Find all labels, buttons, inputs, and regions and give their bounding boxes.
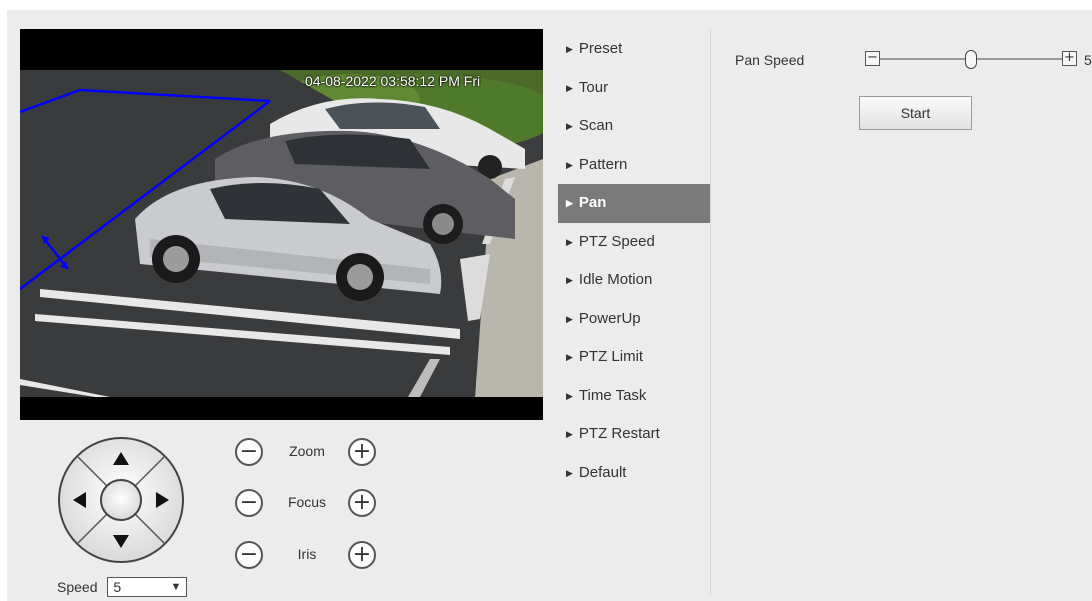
speed-select[interactable]: 5 ▼ [107, 577, 188, 597]
menu-item-label: PTZ Restart [578, 425, 660, 442]
triangle-right-icon: ▶ [566, 313, 573, 324]
menu-item-preset[interactable]: ▶ Preset [558, 30, 711, 69]
menu-item-label: PowerUp [578, 309, 641, 327]
focus-near-button[interactable]: − [235, 489, 263, 517]
triangle-right-icon: ▶ [566, 44, 573, 54]
menu-item-label: Preset [578, 40, 623, 57]
triangle-right-icon: ▶ [566, 236, 573, 247]
center-button[interactable] [103, 482, 139, 518]
pan-speed-slider[interactable]: − + [865, 50, 1085, 70]
menu-item-idle-motion[interactable]: ▶ Idle Motion [558, 261, 711, 300]
triangle-right-icon: ▶ [566, 467, 573, 478]
start-button[interactable]: Start [859, 96, 972, 130]
speed-value: 5 [113, 579, 122, 595]
live-video-view[interactable]: 04-08-2022 03:58:12 PM Fri [20, 29, 543, 420]
slider-decrease-button[interactable]: − [865, 51, 880, 66]
menu-item-default[interactable]: ▶ Default [558, 454, 711, 493]
pan-speed-value: 5 [1084, 52, 1092, 68]
menu-item-label: Tour [578, 78, 609, 96]
iris-label: Iris [297, 546, 317, 562]
direction-pad-icon [58, 437, 184, 563]
menu-item-ptz-speed[interactable]: ▶ PTZ Speed [558, 223, 711, 262]
menu-item-pan[interactable]: ▶ Pan [558, 184, 711, 223]
triangle-right-icon: ▶ [566, 429, 573, 439]
ptz-function-menu: ▶ Preset ▶ Tour ▶ Scan ▶ Pattern ▶ Pan ▶ PTZ Speed ▶… [558, 30, 711, 492]
triangle-right-icon: ▶ [566, 159, 573, 170]
menu-item-time-task[interactable]: ▶ Time Task [558, 377, 711, 416]
focus-control: − Focus + [235, 489, 395, 519]
menu-item-label: Default [578, 463, 627, 481]
triangle-right-icon: ▶ [566, 82, 573, 93]
menu-item-label: Pan [578, 194, 607, 211]
slider-increase-button[interactable]: + [1062, 51, 1077, 66]
zoom-label: Zoom [289, 443, 325, 459]
zoom-out-button[interactable]: − [235, 438, 263, 466]
triangle-right-icon: ▶ [566, 121, 573, 131]
menu-item-label: Time Task [578, 386, 647, 404]
focus-label: Focus [287, 494, 327, 510]
focus-far-button[interactable]: + [348, 489, 376, 517]
slider-thumb[interactable] [965, 50, 977, 69]
zoom-in-button[interactable]: + [348, 438, 376, 466]
menu-item-label: PTZ Speed [578, 232, 655, 250]
iris-control: − Iris + [235, 541, 395, 571]
menu-item-scan[interactable]: ▶ Scan [558, 107, 711, 146]
menu-item-pattern[interactable]: ▶ Pattern [558, 146, 711, 185]
osd-timestamp: 04-08-2022 03:58:12 PM Fri [305, 73, 481, 89]
iris-open-button[interactable]: + [348, 541, 376, 569]
triangle-right-icon: ▶ [566, 275, 573, 285]
triangle-right-icon: ▶ [566, 390, 573, 401]
speed-control: Speed 5 ▼ [57, 577, 188, 597]
zoom-control: − Zoom + [235, 438, 395, 468]
triangle-right-icon: ▶ [566, 352, 573, 362]
menu-item-powerup[interactable]: ▶ PowerUp [558, 300, 711, 339]
speed-label: Speed [57, 579, 98, 595]
divider [710, 29, 711, 594]
menu-item-ptz-restart[interactable]: ▶ PTZ Restart [558, 415, 711, 454]
menu-item-label: PTZ Limit [578, 348, 644, 365]
menu-item-label: Idle Motion [578, 271, 653, 288]
pan-speed-label: Pan Speed [735, 52, 805, 68]
chevron-down-icon: ▼ [170, 581, 182, 593]
menu-item-tour[interactable]: ▶ Tour [558, 69, 711, 108]
menu-item-label: Pattern [578, 155, 628, 173]
triangle-right-icon: ▶ [566, 198, 573, 208]
menu-item-label: Scan [578, 117, 614, 134]
menu-item-ptz-limit[interactable]: ▶ PTZ Limit [558, 338, 711, 377]
iris-close-button[interactable]: − [235, 541, 263, 569]
